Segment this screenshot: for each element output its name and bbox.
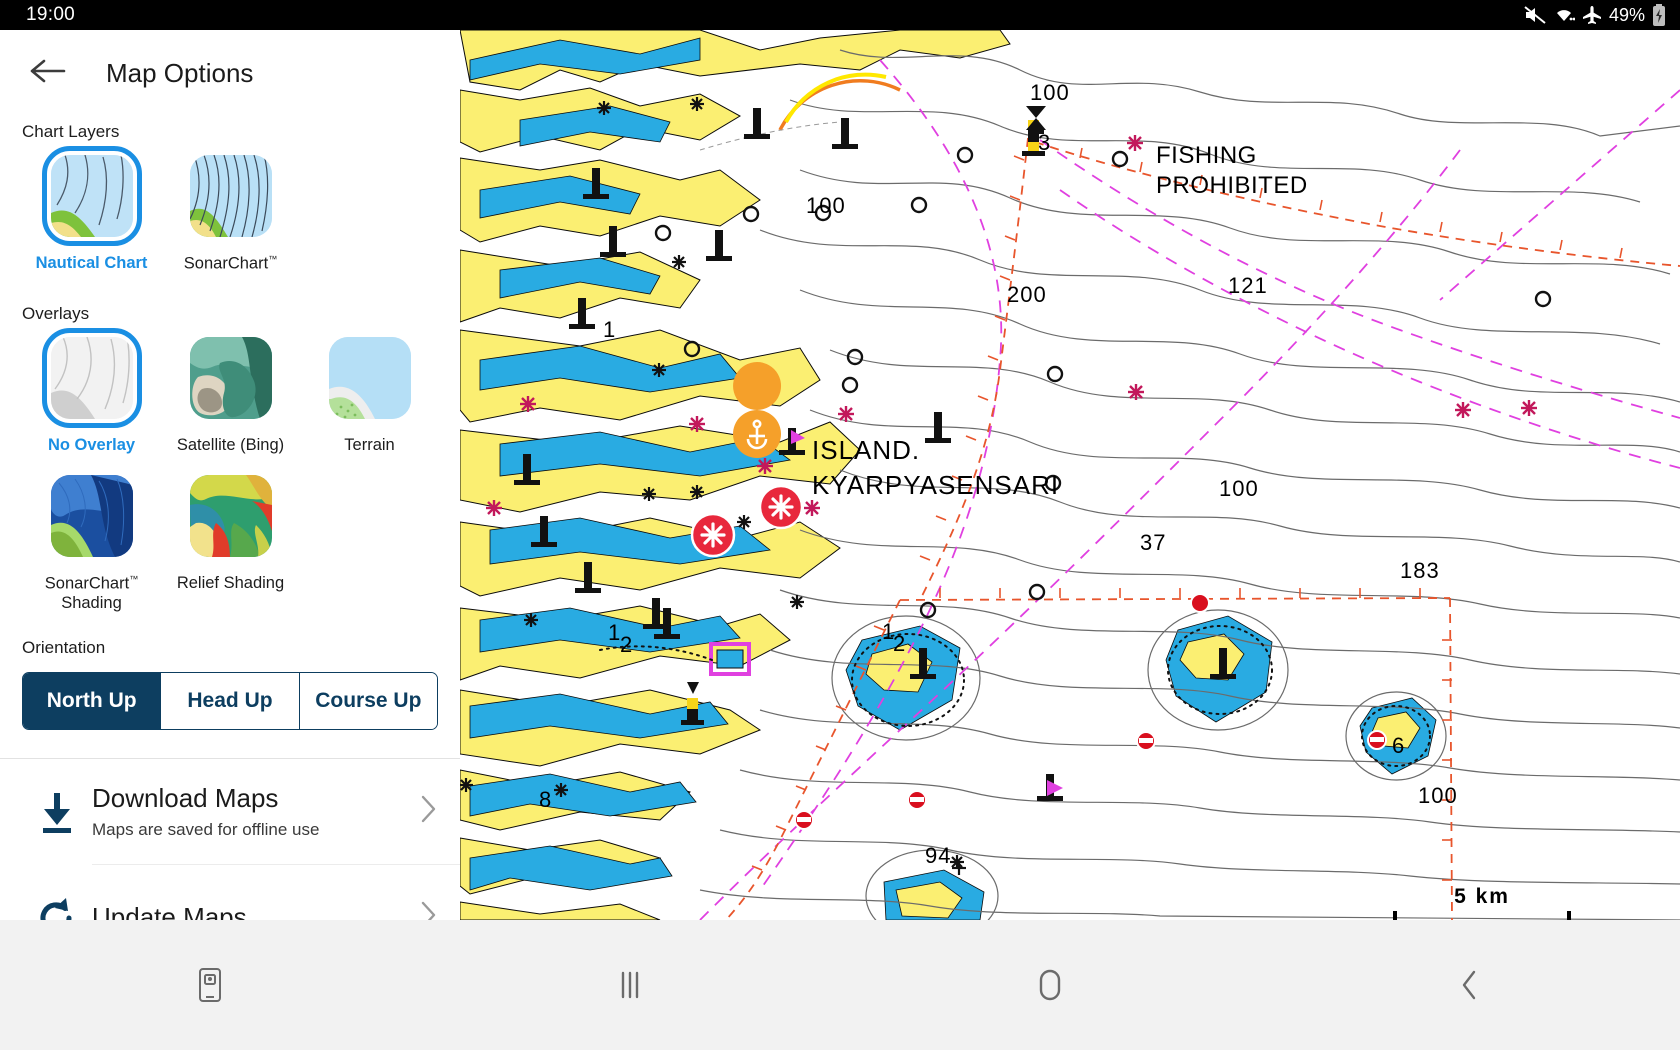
tile-label-no-overlay: No Overlay <box>47 435 136 454</box>
panel-header: Map Options <box>0 30 460 116</box>
tile-sonarchart-shading[interactable]: SonarChart™ Shading <box>22 475 161 613</box>
list-item-update-maps[interactable]: Update Maps <box>0 865 460 920</box>
battery-charging-icon <box>1652 4 1666 26</box>
sonarchart-thumb-icon <box>189 155 272 237</box>
download-maps-text: Download Maps Maps are saved for offline… <box>92 783 420 840</box>
tile-label-satellite-bing: Satellite (Bing) <box>176 435 285 454</box>
scale-bar-line <box>1393 911 1571 920</box>
recents-icon <box>621 971 639 999</box>
section-title-overlays: Overlays <box>22 303 90 323</box>
download-icon <box>22 789 92 835</box>
overlays-tiles-row-1: No Overlay Satellite (Bing) Terrain <box>0 327 460 455</box>
refresh-icon <box>22 896 92 920</box>
android-nav-bar <box>0 920 1680 1050</box>
tile-label-relief-shading: Relief Shading <box>176 574 285 593</box>
nautical-chart-thumb-icon <box>41 146 142 246</box>
scale-bar-label: 5 km <box>1454 885 1510 908</box>
page-title: Map Options <box>106 57 254 88</box>
tile-label-sonarchart: SonarChart™ <box>183 254 278 273</box>
chart-layers-tiles: Nautical Chart SonarChart™ <box>0 146 460 274</box>
tile-sonarchart[interactable]: SonarChart™ <box>161 155 300 274</box>
back-arrow-icon[interactable] <box>30 58 66 89</box>
wifi-icon <box>1553 5 1575 25</box>
tile-relief-shading[interactable]: Relief Shading <box>161 475 300 613</box>
marina-poi-pin-2 <box>690 512 736 558</box>
sonarchart-shading-thumb-icon <box>50 475 133 558</box>
airplane-mode-icon <box>1582 5 1602 25</box>
screenshot-icon <box>199 968 221 1002</box>
section-title-chart-layers: Chart Layers <box>22 122 120 141</box>
battery-percent-label: 49% <box>1608 4 1645 25</box>
marina-poi-pin-1 <box>758 484 804 530</box>
orientation-option-north-up[interactable]: North Up <box>23 672 162 729</box>
home-icon <box>1039 969 1061 1001</box>
terrain-thumb-icon <box>328 336 411 419</box>
no-overlay-thumb-icon <box>41 327 142 428</box>
satellite-thumb-icon <box>189 336 272 419</box>
list-item-download-maps[interactable]: Download Maps Maps are saved for offline… <box>0 759 460 865</box>
tile-no-overlay[interactable]: No Overlay <box>22 327 161 455</box>
tile-label-sonarchart-shading: SonarChart™ Shading <box>44 574 139 613</box>
mute-icon <box>1524 5 1546 25</box>
screenshot-button[interactable] <box>0 920 420 1050</box>
app-root: ISLAND. KYARPYASENSARI FISHING PROHIBITE… <box>0 0 1680 1050</box>
download-maps-subtitle: Maps are saved for offline use <box>92 820 320 840</box>
chevron-right-icon <box>420 794 438 829</box>
map-scale-bar: 5 km <box>1393 885 1571 920</box>
tile-placeholder <box>300 475 439 613</box>
home-button[interactable] <box>840 920 1260 1050</box>
back-icon <box>1462 970 1476 1000</box>
status-clock: 19:00 <box>26 4 76 25</box>
orientation-option-course-up[interactable]: Course Up <box>299 672 437 729</box>
status-icons: 49% <box>1524 4 1666 26</box>
update-maps-text: Update Maps <box>92 902 420 920</box>
tile-satellite-bing[interactable]: Satellite (Bing) <box>161 336 300 455</box>
tile-label-terrain: Terrain <box>344 435 395 454</box>
download-maps-title: Download Maps <box>92 783 279 814</box>
chevron-right-icon <box>420 900 438 920</box>
relief-shading-thumb-icon <box>189 475 272 558</box>
recents-button[interactable] <box>420 920 840 1050</box>
tile-terrain[interactable]: Terrain <box>300 336 439 455</box>
overlays-tiles-row-2: SonarChart™ Shading Relief Shading <box>0 475 460 613</box>
tile-label-nautical-chart: Nautical Chart <box>35 254 148 272</box>
map-options-panel: Map Options Chart Layers Nautical Chart … <box>0 30 460 920</box>
back-button[interactable] <box>1260 920 1680 1050</box>
tile-nautical-chart[interactable]: Nautical Chart <box>22 146 161 274</box>
update-maps-title: Update Maps <box>92 902 247 920</box>
section-title-orientation: Orientation <box>22 637 106 657</box>
orientation-option-head-up[interactable]: Head Up <box>161 672 300 729</box>
android-status-bar: 19:00 49% <box>0 0 1680 30</box>
orientation-segmented-control: North Up Head Up Course Up <box>22 671 438 730</box>
